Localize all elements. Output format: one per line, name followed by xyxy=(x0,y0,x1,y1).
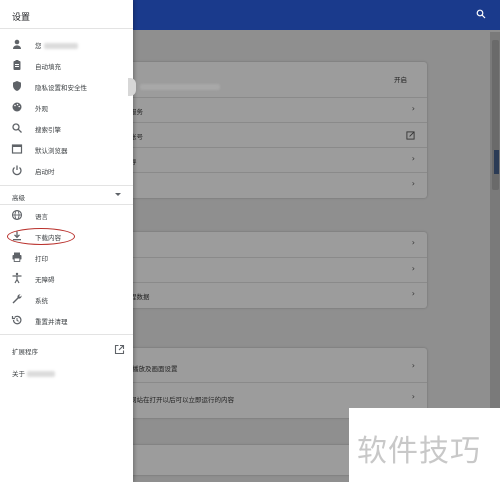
divider xyxy=(0,28,133,29)
wrench-icon xyxy=(11,293,23,305)
caret-down-icon xyxy=(115,193,121,196)
search-icon[interactable] xyxy=(476,9,486,19)
nav-item-about[interactable]: 关于 xyxy=(0,362,133,382)
nav-item-label: 打印 xyxy=(35,255,48,263)
nav-item-autofill[interactable]: 自动填充 xyxy=(0,55,133,76)
power-icon xyxy=(11,164,23,176)
extensions-label: 扩展程序 xyxy=(12,348,38,356)
card-row[interactable]: 账号 xyxy=(100,122,427,147)
watermark-text: 软件技巧 xyxy=(357,434,481,469)
nav-item-on-startup[interactable]: 启动时 xyxy=(0,160,133,181)
drawer-title: 设置 xyxy=(12,13,31,23)
nav-item-label: 默认浏览器 xyxy=(35,147,68,155)
chevron-right-icon: › xyxy=(411,104,415,113)
card-row[interactable]: 播放及画面设置 › xyxy=(100,352,427,382)
nav-item-search-engine[interactable]: 搜索引擎 xyxy=(0,118,133,139)
nav-item-label: 外观 xyxy=(35,105,48,113)
nav-item-default-browser[interactable]: 默认浏览器 xyxy=(0,139,133,160)
nav-item-label: 您 xyxy=(35,42,42,50)
printer-icon xyxy=(11,251,23,263)
nav-item-label: 语言 xyxy=(35,213,48,221)
nav-item-label: 系统 xyxy=(35,297,48,305)
nav-item-printing[interactable]: 打印 xyxy=(0,247,133,268)
nav-item-label: 隐私设置和安全性 xyxy=(35,84,87,92)
about-label: 关于 xyxy=(12,370,25,378)
clipboard-icon xyxy=(11,59,23,71)
palette-icon xyxy=(11,101,23,113)
chevron-right-icon: › xyxy=(411,289,415,298)
nav-item-label: 重置并清理 xyxy=(35,318,68,326)
external-link-icon xyxy=(114,344,125,355)
nav-item-privacy[interactable]: 隐私设置和安全性 xyxy=(0,76,133,97)
person-icon xyxy=(11,38,23,50)
card-row[interactable]: › xyxy=(100,172,427,197)
nav-item-label: 无障碍 xyxy=(35,276,55,284)
settings-card-people: 开启 服务 › 账号 导 › › xyxy=(100,62,427,198)
drawer-edge-handle xyxy=(128,78,136,96)
advanced-label: 高级 xyxy=(12,194,25,202)
nav-item-languages[interactable]: 语言 xyxy=(0,205,133,226)
nav-item-label: 搜索引擎 xyxy=(35,126,61,134)
accessibility-icon xyxy=(11,272,23,284)
card-row[interactable]: › xyxy=(100,257,427,282)
nav-item-system[interactable]: 系统 xyxy=(0,289,133,310)
restore-icon xyxy=(11,314,23,326)
blurred-account xyxy=(140,84,220,90)
search-icon xyxy=(11,122,23,134)
nav-item-label: 启动时 xyxy=(35,168,55,176)
nav-item-accessibility[interactable]: 无障碍 xyxy=(0,268,133,289)
card-row[interactable]: › xyxy=(100,232,427,257)
chevron-right-icon: › xyxy=(411,392,415,401)
settings-card-privacy: › › 程数据 › xyxy=(100,232,427,308)
blurred-username xyxy=(43,43,78,49)
nav-item-appearance[interactable]: 外观 xyxy=(0,97,133,118)
scroll-marker xyxy=(494,150,499,174)
nav-item-label: 自动填充 xyxy=(35,63,61,71)
turn-on-link[interactable]: 开启 xyxy=(394,74,407,84)
card-row[interactable]: 程数据 › xyxy=(100,282,427,307)
blurred-product-name xyxy=(27,371,55,377)
chevron-right-icon: › xyxy=(411,361,415,370)
divider xyxy=(0,334,133,335)
highlight-ellipse-annotation xyxy=(7,228,75,245)
nav-item-extensions[interactable]: 扩展程序 xyxy=(0,340,133,360)
card-row[interactable]: 服务 › xyxy=(100,97,427,122)
browser-window-icon xyxy=(11,143,23,155)
chevron-right-icon: › xyxy=(411,238,415,247)
settings-nav-drawer: 设置 您 自动填充 隐私设置和安全性 外观 搜索引擎 默认浏览器 启动时 高级 … xyxy=(0,0,133,482)
globe-icon xyxy=(11,209,23,221)
shield-icon xyxy=(11,80,23,92)
chevron-right-icon: › xyxy=(411,179,415,188)
nav-item-you[interactable]: 您 xyxy=(0,34,133,55)
card-row[interactable]: 导 › xyxy=(100,147,427,172)
advanced-toggle[interactable]: 高级 xyxy=(0,185,133,205)
nav-item-reset[interactable]: 重置并清理 xyxy=(0,310,133,331)
external-link-icon xyxy=(406,131,415,140)
chevron-right-icon: › xyxy=(411,154,415,163)
chevron-right-icon: › xyxy=(411,264,415,273)
